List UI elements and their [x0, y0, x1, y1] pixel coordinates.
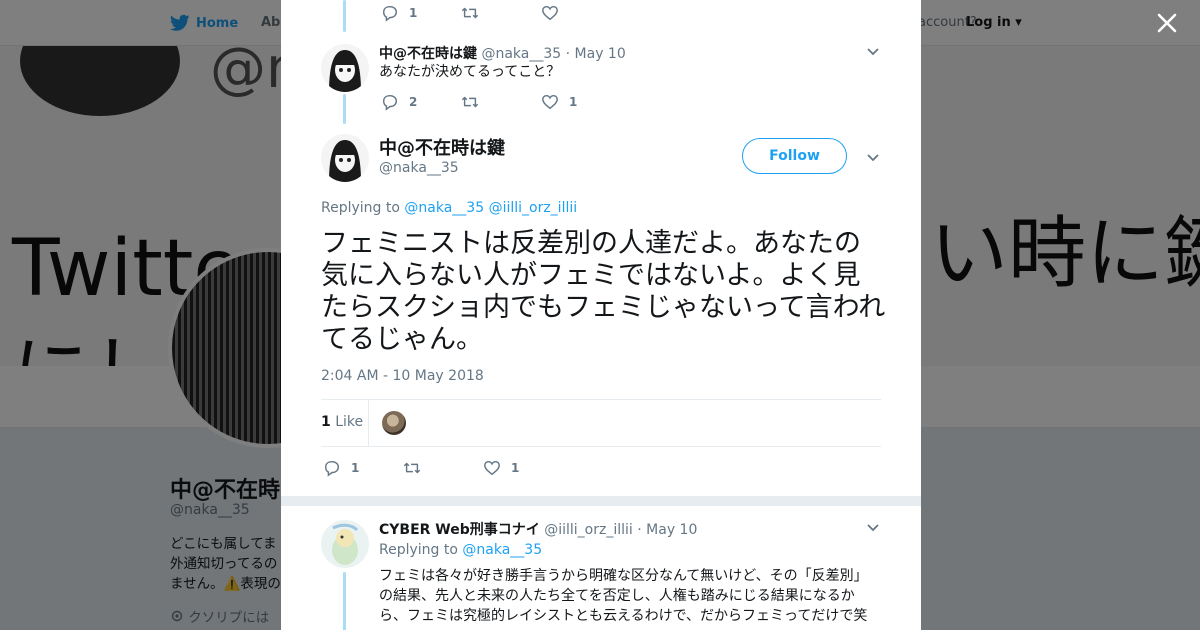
reply-count: 2 — [409, 95, 418, 109]
reply-author-name[interactable]: CYBER Web刑事コナイ — [379, 522, 540, 538]
tweet-date[interactable]: May 10 — [575, 46, 626, 62]
reply-button[interactable]: 1 — [381, 4, 461, 22]
tweet-permalink-modal: 1 中@不在時は鍵 @naka__35 · May 10 あなたが決めてるってこ… — [281, 0, 921, 630]
stats-divider — [368, 400, 369, 446]
reply-tweet-header: CYBER Web刑事コナイ @iilli_orz_illii · May 10 — [379, 519, 697, 539]
reply-author-handle[interactable]: @iilli_orz_illii — [544, 522, 633, 538]
tweet-author-name[interactable]: 中@不在時は鍵 — [379, 46, 477, 62]
replying-to-label: Replying to — [321, 200, 400, 216]
replying-to-label: Replying to — [379, 542, 458, 558]
thread-connector — [343, 572, 346, 630]
likes-label: Like — [335, 414, 364, 430]
reply-count: 1 — [351, 461, 360, 475]
thread-connector — [343, 0, 346, 32]
reply-icon — [382, 5, 398, 22]
tweet-header: 中@不在時は鍵 @naka__35 · May 10 — [379, 43, 626, 63]
reply-replying-to: Replying to @naka__35 — [379, 542, 542, 558]
chevron-down-icon[interactable] — [865, 149, 881, 165]
reply-author-avatar[interactable] — [321, 520, 369, 568]
replying-to-link[interactable]: @naka__35 — [404, 200, 484, 216]
reply-icon — [382, 94, 398, 111]
tweet-text: あなたが決めてるってこと？ — [379, 64, 561, 80]
main-tweet-author-handle[interactable]: @naka__35 — [379, 160, 459, 176]
replying-to-link[interactable]: @iilli_orz_illii — [489, 200, 578, 216]
retweet-button[interactable] — [403, 459, 483, 477]
replying-to: Replying to @naka__35 @iilli_orz_illii — [321, 200, 577, 216]
main-tweet-author-name[interactable]: 中@不在時は鍵 — [379, 134, 505, 160]
header-separator: · — [565, 46, 571, 62]
avatar-image — [321, 134, 369, 182]
thread-connector — [343, 94, 346, 124]
avatar-image — [321, 520, 369, 568]
reply-button[interactable]: 1 — [323, 459, 403, 477]
reply-count: 1 — [409, 6, 418, 20]
main-tweet-timestamp[interactable]: 2:04 AM - 10 May 2018 — [321, 368, 484, 384]
like-button[interactable] — [541, 4, 621, 22]
liker-avatar[interactable] — [382, 411, 406, 435]
main-tweet-author-avatar[interactable] — [321, 134, 369, 182]
chevron-down-icon[interactable] — [865, 43, 881, 59]
heart-icon — [484, 460, 500, 476]
reply-button[interactable]: 2 — [381, 93, 461, 111]
tweet-author-handle[interactable]: @naka__35 — [481, 46, 561, 62]
header-separator: · — [637, 522, 642, 538]
main-tweet-actions: 1 1 — [323, 459, 563, 477]
like-button[interactable]: 1 — [541, 93, 621, 111]
retweet-button[interactable] — [461, 93, 541, 111]
likes-stat[interactable]: 1 Like — [321, 414, 363, 430]
retweet-icon — [461, 7, 479, 19]
chevron-down-icon[interactable] — [865, 519, 881, 535]
heart-icon — [542, 94, 558, 110]
likes-number: 1 — [321, 414, 331, 430]
avatar-image — [321, 44, 369, 92]
retweet-icon — [461, 96, 479, 108]
like-count: 1 — [511, 461, 520, 475]
like-count: 1 — [569, 95, 578, 109]
follow-button[interactable]: Follow — [742, 138, 847, 174]
close-icon — [1157, 13, 1177, 33]
tweet-actions: 2 1 — [381, 93, 621, 111]
section-separator — [281, 496, 921, 506]
heart-icon — [542, 5, 558, 21]
retweet-button[interactable] — [461, 4, 541, 22]
reply-tweet-text: フェミは各々が好き勝手言うから明確な区分なんて無いけど、その「反差別」の結果、先… — [379, 568, 868, 624]
reply-icon — [324, 460, 340, 477]
retweet-icon — [403, 462, 421, 474]
like-button[interactable]: 1 — [483, 459, 563, 477]
replying-to-link[interactable]: @naka__35 — [462, 542, 542, 558]
tweet-stats: 1 Like — [321, 399, 881, 447]
close-button[interactable] — [1152, 8, 1182, 38]
tweet-actions: 1 — [381, 4, 621, 22]
main-tweet-text: フェミニストは反差別の人達だよ。あなたの気に入らない人がフェミではないよ。よく見… — [321, 228, 886, 355]
reply-date[interactable]: May 10 — [646, 522, 697, 538]
tweet-author-avatar[interactable] — [321, 44, 369, 92]
